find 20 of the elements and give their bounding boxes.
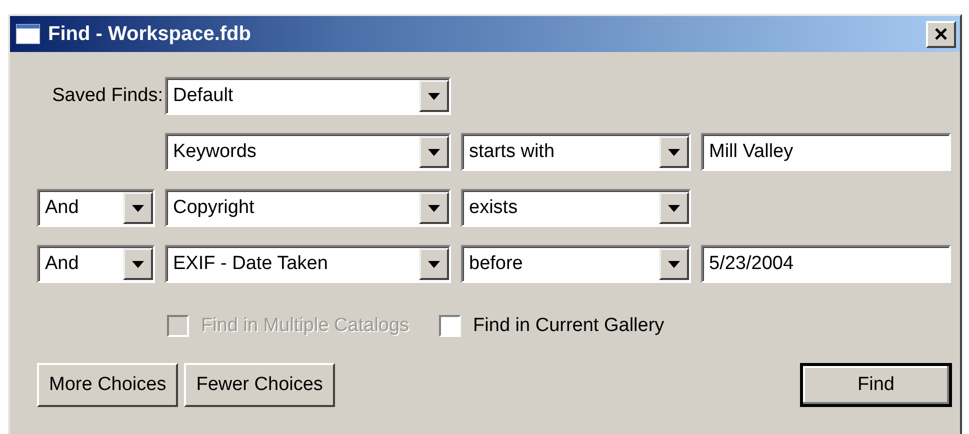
operator-dropdown[interactable]: starts with bbox=[461, 133, 691, 171]
operator-dropdown[interactable]: exists bbox=[461, 189, 691, 227]
window-icon bbox=[16, 24, 40, 44]
saved-finds-dropdown[interactable]: Default bbox=[165, 77, 451, 115]
field-dropdown[interactable]: EXIF - Date Taken bbox=[165, 245, 451, 283]
value-input[interactable]: 5/23/2004 bbox=[701, 245, 951, 283]
option-checkbox[interactable]: Find in Current Gallery bbox=[439, 313, 664, 339]
value-input[interactable]: Mill Valley bbox=[701, 133, 951, 171]
close-icon bbox=[933, 27, 949, 41]
operator-dropdown[interactable]: before bbox=[461, 245, 691, 283]
field-dropdown[interactable]: Keywords bbox=[165, 133, 451, 171]
choices-button[interactable]: More Choices bbox=[37, 363, 178, 407]
conjunction-dropdown[interactable]: And bbox=[37, 245, 155, 283]
conjunction-dropdown[interactable]: And bbox=[37, 189, 155, 227]
find-button[interactable]: Find bbox=[800, 363, 952, 407]
field-dropdown[interactable]: Copyright bbox=[165, 189, 451, 227]
choices-button[interactable]: Fewer Choices bbox=[184, 363, 335, 407]
saved-finds-label: Saved Finds: bbox=[52, 85, 163, 107]
close-button[interactable] bbox=[926, 20, 956, 48]
window-title: Find - Workspace.fdb bbox=[48, 22, 252, 46]
